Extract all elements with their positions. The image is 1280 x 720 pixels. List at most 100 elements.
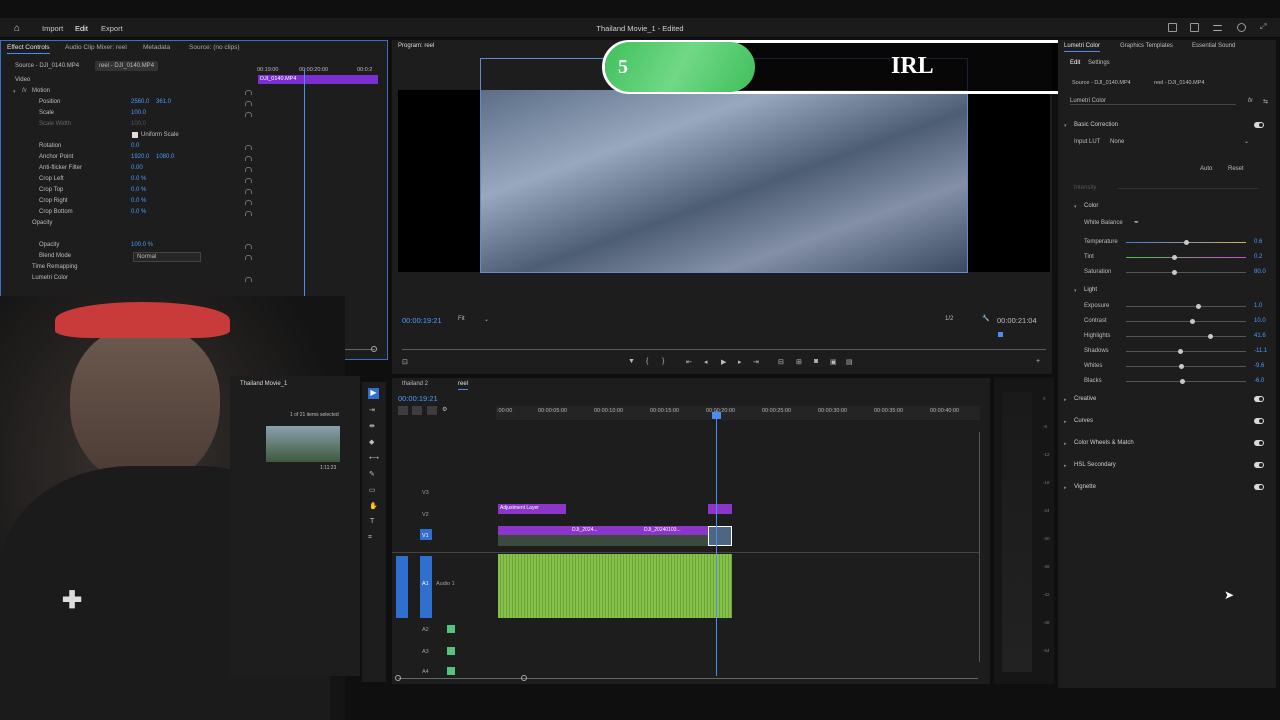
track-v1[interactable]: V1 bbox=[422, 533, 429, 539]
reset-icon[interactable] bbox=[245, 189, 252, 194]
subtab-settings[interactable]: Settings bbox=[1088, 60, 1110, 66]
reset-icon[interactable] bbox=[245, 101, 252, 106]
reset-button[interactable]: Reset bbox=[1228, 166, 1244, 172]
tab-source[interactable]: Source: (no clips) bbox=[189, 44, 240, 51]
type-icon[interactable]: T bbox=[370, 518, 374, 525]
tab-metadata[interactable]: Metadata bbox=[143, 44, 170, 51]
track-a1-target[interactable] bbox=[420, 556, 432, 618]
shadows-slider[interactable] bbox=[1126, 349, 1246, 354]
blend-dropdown[interactable]: Normal bbox=[133, 252, 201, 262]
step-back-icon[interactable]: ◂ bbox=[704, 358, 708, 366]
razor-icon[interactable]: ◆ bbox=[369, 438, 374, 446]
contrast-value[interactable]: 10.0 bbox=[1254, 318, 1266, 324]
timeline-hscroll[interactable] bbox=[398, 678, 978, 679]
track-a1[interactable]: A1 bbox=[422, 581, 429, 587]
marker-icon[interactable]: ▼ bbox=[628, 358, 635, 365]
track-a1-source[interactable] bbox=[396, 556, 408, 618]
timeline-playhead-head[interactable] bbox=[712, 412, 721, 419]
anchor-x[interactable]: 1920.0 bbox=[131, 154, 149, 160]
saturation-knob[interactable] bbox=[1172, 270, 1177, 275]
program-timecode[interactable]: 00:00:19:21 bbox=[402, 316, 442, 325]
ripple-edit-icon[interactable]: ⇼ bbox=[369, 422, 375, 430]
tab-lumetri[interactable]: Lumetri Color bbox=[1064, 43, 1101, 52]
a4-mute-icon[interactable] bbox=[447, 667, 455, 675]
input-lut-dropdown[interactable]: None bbox=[1110, 139, 1250, 145]
highlights-knob[interactable] bbox=[1208, 334, 1213, 339]
reset-icon[interactable] bbox=[245, 178, 252, 183]
color-wheels-toggle-icon[interactable]: ▸ bbox=[1064, 441, 1067, 447]
basic-correction-label[interactable]: Basic Correction bbox=[1074, 122, 1118, 128]
color-wheels-toggle[interactable] bbox=[1254, 440, 1264, 446]
creative-toggle[interactable] bbox=[1254, 396, 1264, 402]
fx-icon[interactable]: fx bbox=[1248, 98, 1253, 104]
curves-toggle[interactable] bbox=[1254, 418, 1264, 424]
reset-icon[interactable] bbox=[245, 200, 252, 205]
project-tab[interactable]: Thailand Movie_1 bbox=[240, 381, 287, 387]
a1-audio-clip[interactable] bbox=[498, 554, 732, 618]
position-x[interactable]: 2560.0 bbox=[131, 99, 149, 105]
timeline-tab-thailand[interactable]: thailand 2 bbox=[402, 381, 428, 387]
snap-icon[interactable] bbox=[398, 406, 408, 415]
resolution-dropdown[interactable]: 1/2 bbox=[945, 316, 953, 322]
add-marker-icon[interactable] bbox=[427, 406, 437, 415]
mark-out-icon[interactable]: } bbox=[662, 358, 664, 365]
adjustment-layer-clip-2[interactable] bbox=[708, 504, 732, 514]
reset-icon[interactable] bbox=[245, 277, 252, 282]
subtab-edit[interactable]: Edit bbox=[1070, 60, 1080, 66]
basic-toggle-icon[interactable]: ▾ bbox=[1064, 123, 1067, 129]
go-to-out-icon[interactable]: ⇥ bbox=[753, 358, 759, 366]
lift-icon[interactable]: ⊟ bbox=[778, 358, 784, 366]
eyedropper-icon[interactable]: ✒ bbox=[1134, 219, 1139, 226]
shadows-knob[interactable] bbox=[1178, 349, 1183, 354]
caption-icon[interactable]: ⌗ bbox=[368, 534, 372, 542]
crop-top-value[interactable]: 0.0 % bbox=[131, 187, 146, 193]
exposure-slider[interactable] bbox=[1126, 304, 1246, 309]
whites-slider[interactable] bbox=[1126, 364, 1246, 369]
vignette-toggle[interactable] bbox=[1254, 484, 1264, 490]
pen-icon[interactable]: ✎ bbox=[369, 470, 375, 478]
blacks-knob[interactable] bbox=[1180, 379, 1186, 384]
project-thumbnail[interactable] bbox=[266, 426, 340, 462]
lumetri-source[interactable]: Source - DJI_0140.MP4 bbox=[1072, 80, 1131, 86]
curves-label[interactable]: Curves bbox=[1074, 418, 1093, 424]
program-tab[interactable]: Program: reel bbox=[398, 43, 434, 49]
exposure-value[interactable]: 1.0 bbox=[1254, 303, 1262, 309]
color-label[interactable]: Color bbox=[1084, 203, 1098, 209]
lumetri-menu-icon[interactable]: ⇆ bbox=[1263, 98, 1268, 105]
wrench-icon-timeline[interactable]: ⚙ bbox=[442, 406, 447, 413]
timeline-vscroll[interactable] bbox=[979, 432, 980, 662]
vignette-toggle-icon[interactable]: ▸ bbox=[1064, 485, 1067, 491]
shadows-value[interactable]: -11.1 bbox=[1254, 348, 1267, 354]
anchor-y[interactable]: 1080.0 bbox=[156, 154, 174, 160]
tab-graphics-templates[interactable]: Graphics Templates bbox=[1120, 43, 1173, 49]
highlights-slider[interactable] bbox=[1126, 334, 1246, 339]
highlights-value[interactable]: 41.6 bbox=[1254, 333, 1266, 339]
go-to-in-icon[interactable]: ⇤ bbox=[686, 358, 692, 366]
motion-toggle[interactable]: ▾ bbox=[13, 89, 16, 95]
saturation-slider[interactable] bbox=[1126, 270, 1246, 275]
tint-slider[interactable] bbox=[1126, 255, 1246, 260]
light-label[interactable]: Light bbox=[1084, 287, 1097, 293]
tab-effect-controls[interactable]: Effect Controls bbox=[7, 44, 50, 54]
uniform-scale-checkbox[interactable] bbox=[132, 132, 138, 138]
light-toggle-icon[interactable]: ▾ bbox=[1074, 288, 1077, 294]
tab-audio-clip-mixer[interactable]: Audio Clip Mixer: reel bbox=[65, 44, 127, 51]
scale-value[interactable]: 100.0 bbox=[131, 110, 146, 116]
vignette-label[interactable]: Vignette bbox=[1074, 484, 1096, 490]
timeline-hscroll-left[interactable] bbox=[395, 675, 401, 681]
track-a4[interactable]: A4 bbox=[422, 669, 429, 675]
extract-icon[interactable]: ⊞ bbox=[796, 358, 802, 366]
fit-dropdown[interactable]: Fit bbox=[458, 316, 465, 322]
crop-bottom-value[interactable]: 0.0 % bbox=[131, 209, 146, 215]
track-a3[interactable]: A3 bbox=[422, 649, 429, 655]
wrench-icon[interactable]: 🔧 bbox=[982, 315, 989, 322]
reset-icon[interactable] bbox=[245, 167, 252, 172]
mark-in-icon[interactable]: { bbox=[646, 358, 648, 365]
reset-icon[interactable] bbox=[245, 112, 252, 117]
input-lut-chevron-icon[interactable]: ⌄ bbox=[1244, 138, 1249, 145]
contrast-knob[interactable] bbox=[1190, 319, 1195, 324]
vr-icon[interactable]: ▤ bbox=[846, 358, 853, 366]
timeline-tab-reel[interactable]: reel bbox=[458, 381, 469, 390]
selection-tool-icon[interactable]: ▶ bbox=[368, 388, 379, 399]
program-scrub-bar[interactable] bbox=[402, 349, 1046, 350]
